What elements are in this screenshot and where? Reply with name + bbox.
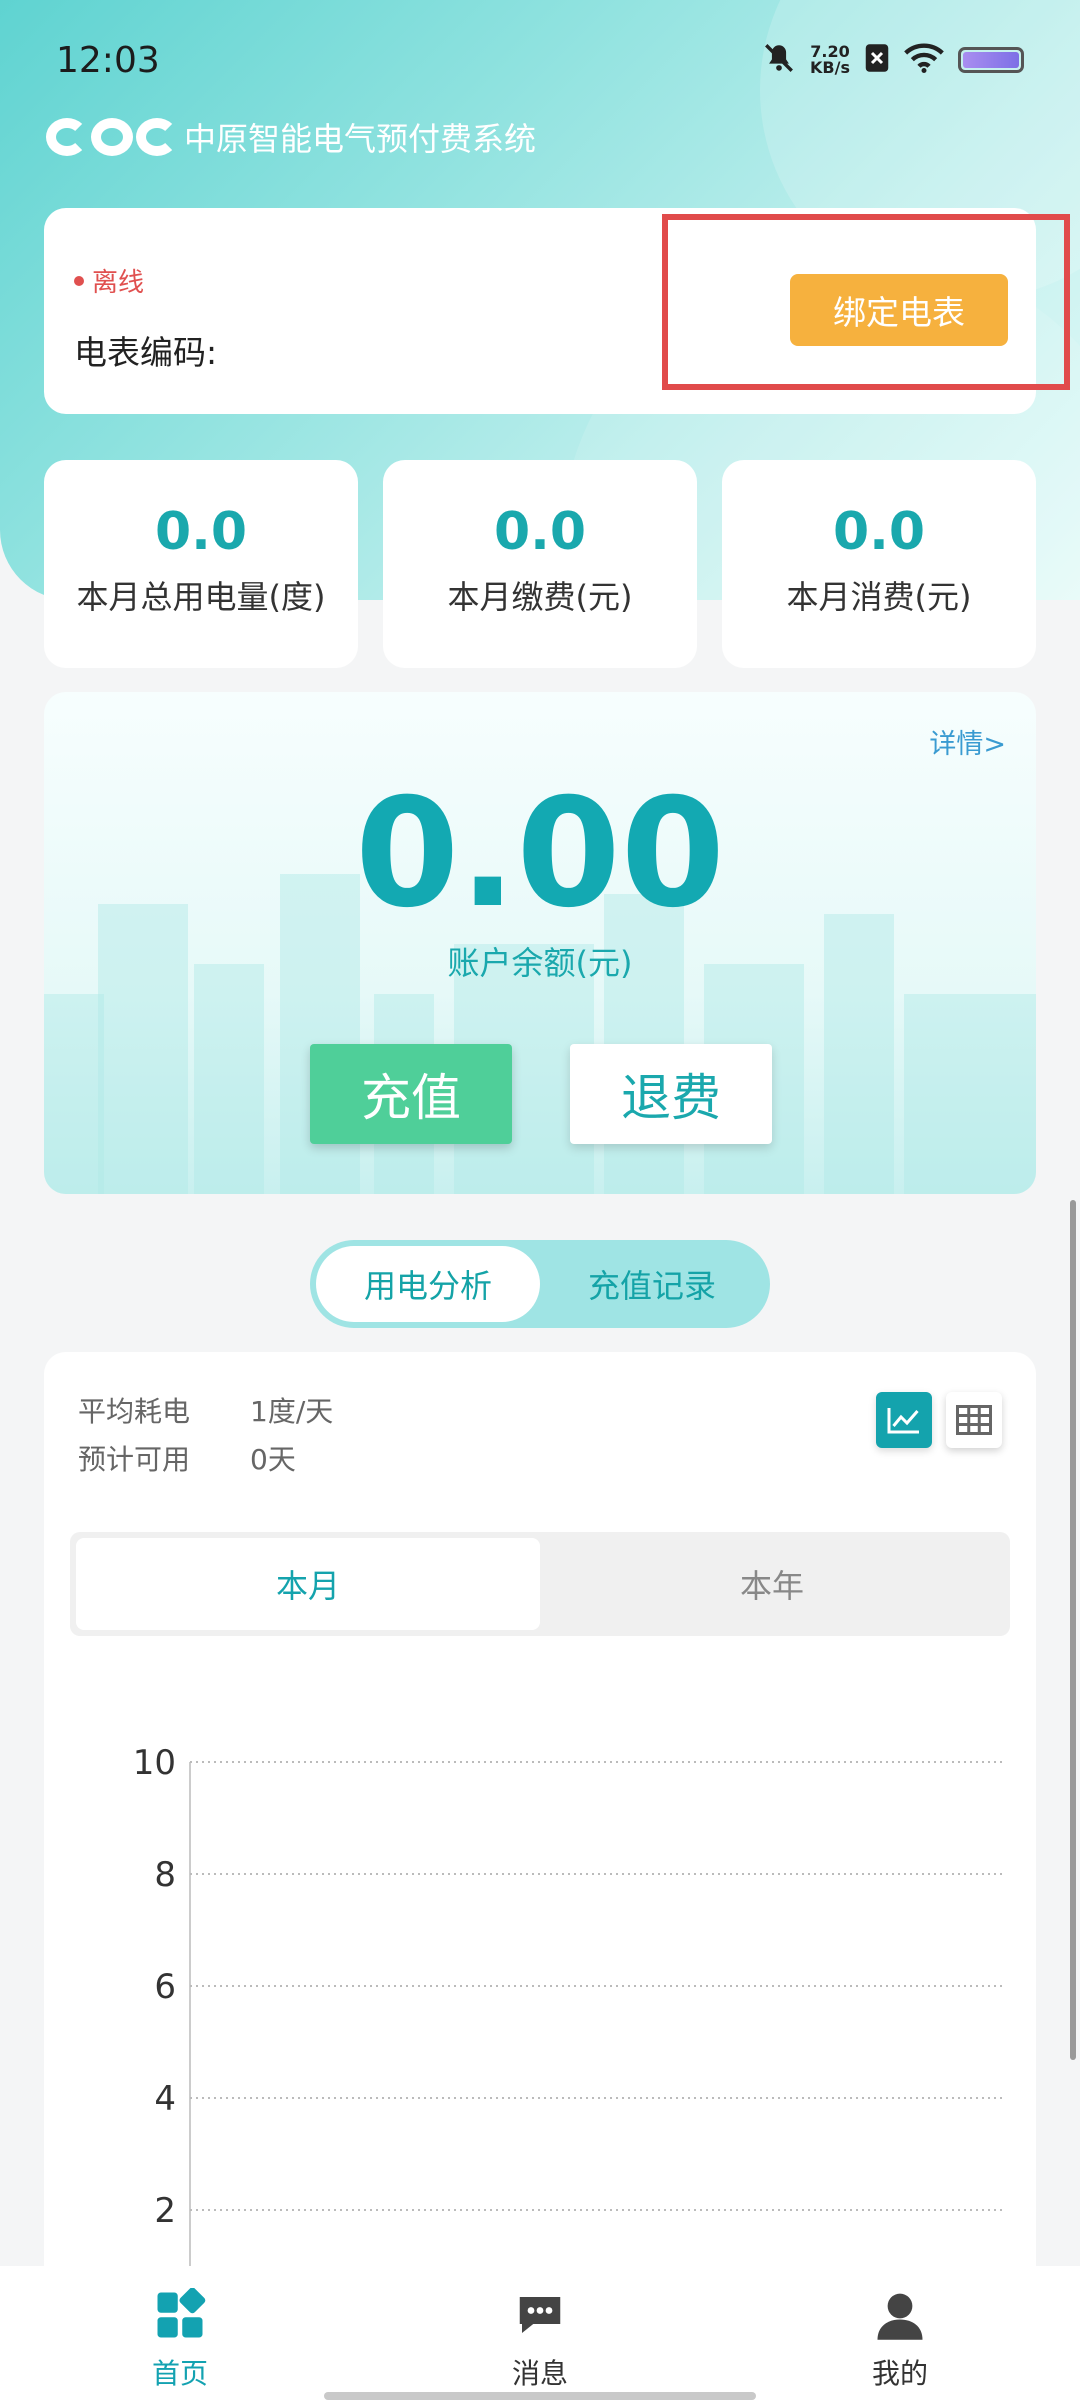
stat-label: 本月总用电量(度) [76,578,326,616]
message-icon [519,2297,561,2333]
mute-bell-icon [762,41,796,79]
tab-this-year[interactable]: 本年 [540,1538,1004,1630]
meter-code-label: 电表编码: [74,333,218,372]
period-tabs: 本月 本年 [70,1532,1010,1636]
scrollbar[interactable] [1070,1200,1076,2060]
line-chart-icon[interactable] [876,1392,932,1448]
analysis-card: 平均耗电 1度/天 预计可用 0天 本月 本年 10 8 6 4 2 [44,1352,1036,2352]
stat-card-monthly-consumption: 0.0 本月消费(元) [722,460,1036,668]
highlight-annotation [662,214,1070,390]
refund-button[interactable]: 退费 [570,1044,772,1144]
brand-logo [46,118,178,156]
recharge-button[interactable]: 充值 [310,1044,512,1144]
nav-home[interactable]: 首页 [0,2266,360,2408]
stat-value: 0.0 [493,502,587,562]
battery-icon [958,47,1024,73]
home-grid-icon [157,2288,206,2338]
y-tick-label: 8 [154,1855,176,1895]
stat-label: 本月缴费(元) [447,578,633,616]
nav-label-messages: 消息 [511,2357,568,2390]
avg-usage-label: 平均耗电 [78,1395,191,1428]
forecast-label: 预计可用 [78,1443,191,1476]
balance-label: 账户余额(元) [447,944,633,982]
analysis-segmented-control: 用电分析 充值记录 [310,1240,770,1328]
status-icons: 7.20 KB/s [762,41,1024,79]
y-tick-label: 10 [133,1743,176,1783]
meter-status-text: 离线 [92,268,145,298]
y-tick-label: 4 [154,2079,176,2119]
tab-recharge-records[interactable]: 充值记录 [540,1246,764,1322]
wifi-icon [904,43,944,77]
user-icon [877,2293,923,2340]
offline-dot-icon [74,275,84,286]
sim-off-icon [864,43,890,77]
nav-label-profile: 我的 [871,2357,928,2390]
app-header: 中原智能电气预付费系统 [46,112,536,162]
tab-this-month[interactable]: 本月 [76,1538,540,1630]
net-speed-unit: KB/s [810,58,850,77]
nav-profile[interactable]: 我的 [720,2266,1080,2408]
stat-card-monthly-payment: 0.0 本月缴费(元) [383,460,697,668]
table-icon[interactable] [946,1392,1002,1448]
app-title: 中原智能电气预付费系统 [184,120,537,158]
meter-status: 离线 [74,262,144,299]
balance-value: 0.00 [354,767,726,941]
y-tick-label: 2 [154,2191,176,2231]
status-time: 12:03 [56,39,160,81]
avg-usage-value: 1度/天 [250,1395,334,1428]
net-speed: 7.20 KB/s [810,44,850,76]
view-toggle [876,1392,1002,1448]
stat-card-monthly-usage: 0.0 本月总用电量(度) [44,460,358,668]
stat-label: 本月消费(元) [786,578,972,616]
y-tick-label: 6 [154,1967,176,2007]
balance-card: 详情> 0.00 账户余额(元) 充值 退费 [44,692,1036,1194]
forecast-row: 预计可用 0天 [78,1438,296,1478]
tab-usage-analysis[interactable]: 用电分析 [316,1246,540,1322]
bottom-nav: 首页 消息 我的 [0,2266,1080,2408]
status-bar: 12:03 7.20 KB/s [0,0,1080,120]
home-indicator[interactable] [324,2392,756,2400]
usage-chart: 10 8 6 4 2 [133,1743,1004,2352]
stat-value: 0.0 [832,502,926,562]
forecast-value: 0天 [250,1443,296,1476]
stat-value: 0.0 [154,502,248,562]
nav-messages[interactable]: 消息 [360,2266,720,2408]
avg-usage-row: 平均耗电 1度/天 [78,1390,333,1430]
details-link[interactable]: 详情> [929,722,1006,761]
nav-label-home: 首页 [151,2357,208,2390]
